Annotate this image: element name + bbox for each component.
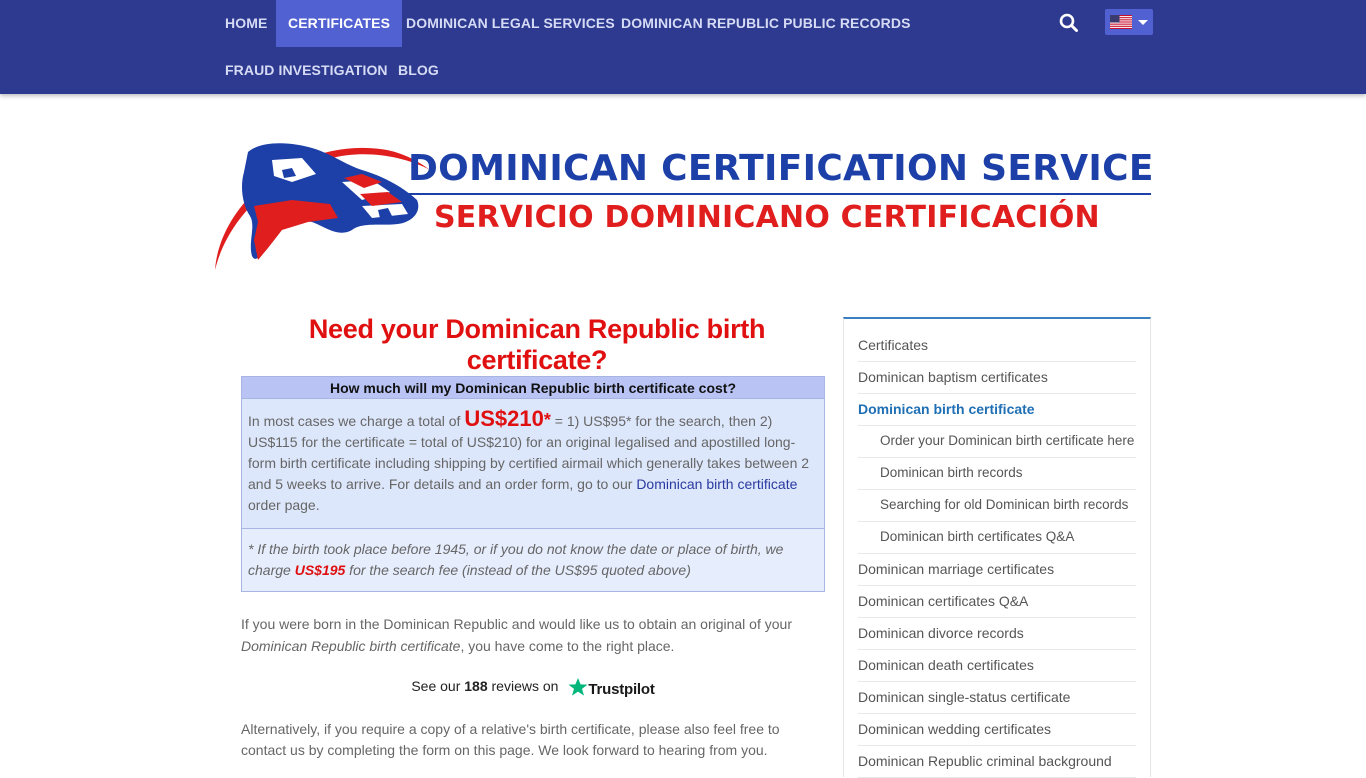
sidebar-item-certificates-qa[interactable]: Dominican certificates Q&A	[858, 586, 1136, 618]
price-info-box: How much will my Dominican Republic birt…	[241, 376, 825, 592]
sidebar-item-marriage[interactable]: Dominican marriage certificates	[858, 554, 1136, 586]
page-title: Need your Dominican Republic birth certi…	[308, 314, 766, 375]
nav-dominican-legal-services[interactable]: DOMINICAN LEGAL SERVICES	[394, 0, 627, 47]
trustpilot-widget[interactable]: See our 188 reviews on Trustpilot	[241, 677, 825, 698]
birth-certificate-link[interactable]: Dominican birth certificate	[636, 476, 797, 492]
trustpilot-brand: Trustpilot	[588, 681, 655, 698]
price-asterisk: *	[543, 410, 551, 430]
search-icon[interactable]	[1056, 10, 1082, 36]
sidebar-subitem-birth-records[interactable]: Dominican birth records	[858, 458, 1136, 490]
logo-divider	[408, 193, 1151, 195]
sidebar-subitem-old-birth-records[interactable]: Searching for old Dominican birth record…	[858, 490, 1136, 522]
price-box-note: * If the birth took place before 1945, o…	[242, 529, 824, 591]
sidebar-item-criminal-background[interactable]: Dominican Republic criminal background	[858, 746, 1136, 778]
price-box-body: In most cases we charge a total of US$21…	[242, 399, 824, 529]
sidebar-item-certificates[interactable]: Certificates	[858, 330, 1136, 362]
top-navigation-bar: HOME CERTIFICATES DOMINICAN LEGAL SERVIC…	[0, 0, 1366, 94]
sidebar-item-baptism[interactable]: Dominican baptism certificates	[858, 362, 1136, 394]
sidebar-menu: Certificates Dominican baptism certifica…	[843, 317, 1151, 778]
intro-paragraph: If you were born in the Dominican Republ…	[241, 613, 825, 657]
sidebar-subitem-birth-qa[interactable]: Dominican birth certificates Q&A	[858, 522, 1136, 554]
nav-fraud-investigation[interactable]: FRAUD INVESTIGATION	[213, 47, 400, 94]
site-logo[interactable]: DOMINICAN CERTIFICATION SERVICE SERVICIO…	[212, 130, 1154, 278]
intro-text-emphasis: Dominican Republic birth certificate	[241, 638, 461, 654]
trustpilot-suffix: reviews on	[487, 678, 559, 695]
nav-home[interactable]: HOME	[213, 0, 279, 47]
trustpilot-logo[interactable]: Trustpilot	[568, 677, 655, 698]
nav-certificates[interactable]: CERTIFICATES	[276, 0, 403, 47]
price-box-heading: How much will my Dominican Republic birt…	[242, 377, 824, 399]
sidebar-item-wedding[interactable]: Dominican wedding certificates	[858, 714, 1136, 746]
chevron-down-icon	[1138, 20, 1148, 25]
logo-title-english: DOMINICAN CERTIFICATION SERVICE	[408, 148, 1154, 189]
sidebar-subitem-order-birth-certificate[interactable]: Order your Dominican birth certificate h…	[858, 426, 1136, 458]
sidebar-item-death[interactable]: Dominican death certificates	[858, 650, 1136, 682]
sidebar-item-birth-certificate[interactable]: Dominican birth certificate	[858, 394, 1136, 426]
sidebar-list: Certificates Dominican baptism certifica…	[858, 330, 1136, 778]
nav-blog[interactable]: BLOG	[386, 47, 451, 94]
dominican-map-logo-icon	[215, 143, 430, 270]
note-text-after: for the search fee (instead of the US$95…	[345, 562, 691, 578]
trustpilot-prefix: See our	[411, 678, 465, 695]
us-flag-icon	[1110, 15, 1132, 29]
sidebar-item-single-status[interactable]: Dominican single-status certificate	[858, 682, 1136, 714]
intro-text-before: If you were born in the Dominican Republ…	[241, 616, 792, 632]
star-icon	[568, 678, 588, 696]
note-price: US$195	[294, 562, 346, 578]
logo-title-spanish: SERVICIO DOMINICANO CERTIFICACIÓN	[434, 200, 1100, 235]
contact-paragraph: Alternatively, if you require a copy of …	[241, 721, 780, 758]
intro-text-after: , you have come to the right place.	[460, 638, 675, 654]
language-selector[interactable]	[1105, 9, 1153, 35]
price-amount: US$210	[464, 406, 544, 431]
price-intro-text: In most cases we charge a total of	[248, 413, 461, 429]
nav-public-records[interactable]: DOMINICAN REPUBLIC PUBLIC RECORDS	[609, 0, 923, 47]
trustpilot-review-count: 188	[464, 678, 488, 695]
sidebar-item-divorce[interactable]: Dominican divorce records	[858, 618, 1136, 650]
price-body-end: order page.	[248, 497, 320, 513]
